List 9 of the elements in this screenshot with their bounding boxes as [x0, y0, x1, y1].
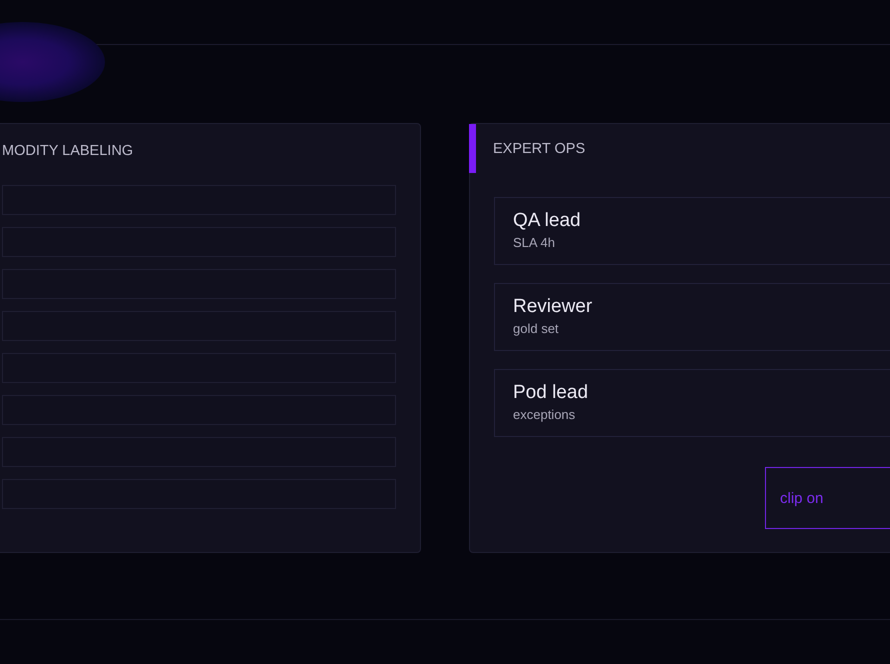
card-title: Pod lead [513, 382, 590, 404]
card-subtitle: gold set [513, 321, 560, 337]
panel-title: MODITY LABELING [2, 142, 134, 161]
panel-title: EXPERT OPS [493, 140, 586, 156]
card-subtitle: SLA 4h [513, 235, 556, 251]
card-title: QA lead [513, 210, 582, 232]
card-subtitle: exceptions [513, 407, 576, 423]
card-title: Reviewer [513, 296, 594, 318]
clip-button[interactable]: clip on [765, 467, 890, 529]
